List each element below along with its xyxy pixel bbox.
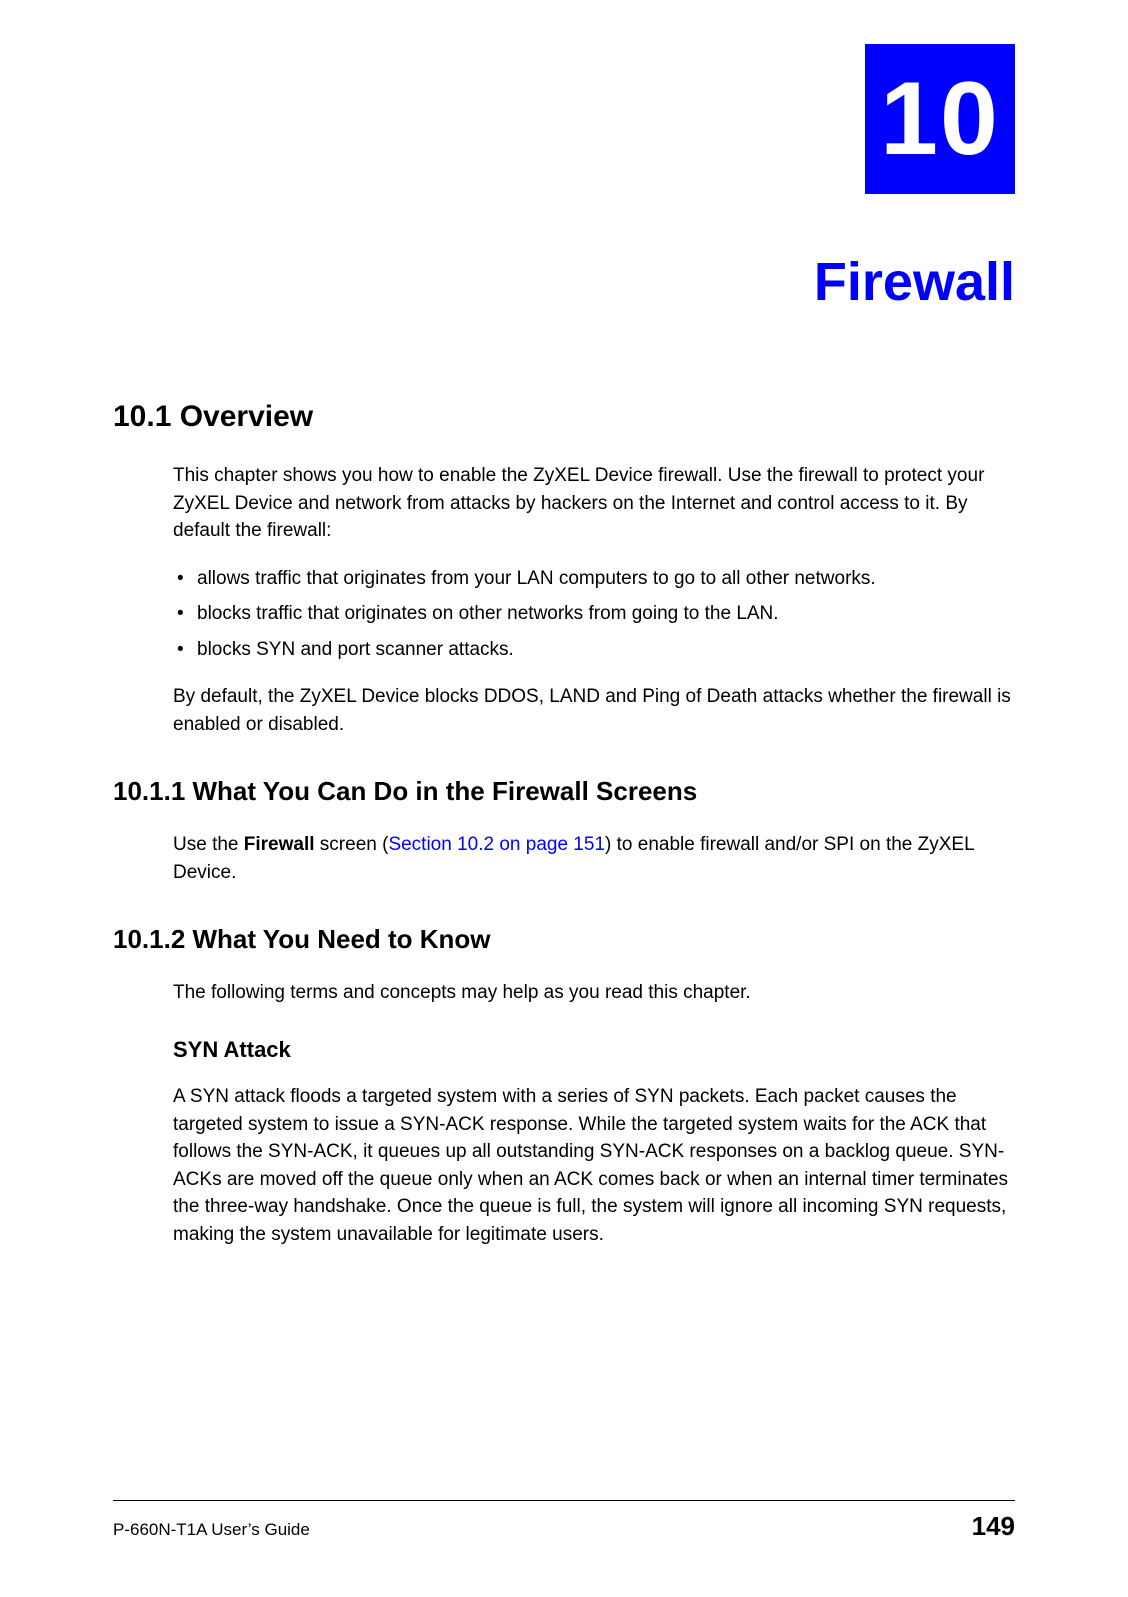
list-item: blocks SYN and port scanner attacks. bbox=[173, 636, 1015, 664]
section-heading-what-you-need: 10.1.2 What You Need to Know bbox=[113, 924, 1015, 955]
list-item: blocks traffic that originates on other … bbox=[173, 600, 1015, 628]
page-footer: P-660N-T1A User’s Guide 149 bbox=[113, 1500, 1015, 1542]
syn-attack-heading: SYN Attack bbox=[173, 1037, 1015, 1063]
chapter-number-box: 10 bbox=[865, 44, 1015, 194]
text-fragment: screen ( bbox=[315, 834, 389, 855]
what-you-can-do-paragraph: Use the Firewall screen (Section 10.2 on… bbox=[173, 831, 1015, 886]
section-cross-reference-link[interactable]: Section 10.2 on page 151 bbox=[388, 834, 605, 855]
overview-body: This chapter shows you how to enable the… bbox=[173, 462, 1015, 738]
text-fragment: Use the bbox=[173, 834, 244, 855]
what-you-need-body: The following terms and concepts may hel… bbox=[173, 979, 1015, 1248]
footer-guide-title: P-660N-T1A User’s Guide bbox=[113, 1520, 310, 1540]
syn-attack-paragraph: A SYN attack floods a targeted system wi… bbox=[173, 1083, 1015, 1248]
section-heading-what-you-can-do: 10.1.1 What You Can Do in the Firewall S… bbox=[113, 776, 1015, 807]
section-heading-overview: 10.1 Overview bbox=[113, 400, 1015, 434]
footer-page-number: 149 bbox=[972, 1511, 1015, 1542]
overview-after-paragraph: By default, the ZyXEL Device blocks DDOS… bbox=[173, 683, 1015, 738]
chapter-number: 10 bbox=[880, 60, 1000, 179]
list-item: allows traffic that originates from your… bbox=[173, 565, 1015, 593]
what-you-need-intro-paragraph: The following terms and concepts may hel… bbox=[173, 979, 1015, 1007]
firewall-bold-text: Firewall bbox=[244, 834, 315, 855]
page: 10 Firewall 10.1 Overview This chapter s… bbox=[0, 0, 1128, 1597]
overview-bullet-list: allows traffic that originates from your… bbox=[173, 565, 1015, 664]
content-area: 10.1 Overview This chapter shows you how… bbox=[113, 400, 1015, 1268]
chapter-title: Firewall bbox=[814, 251, 1015, 313]
what-you-can-do-body: Use the Firewall screen (Section 10.2 on… bbox=[173, 831, 1015, 886]
overview-intro-paragraph: This chapter shows you how to enable the… bbox=[173, 462, 1015, 545]
